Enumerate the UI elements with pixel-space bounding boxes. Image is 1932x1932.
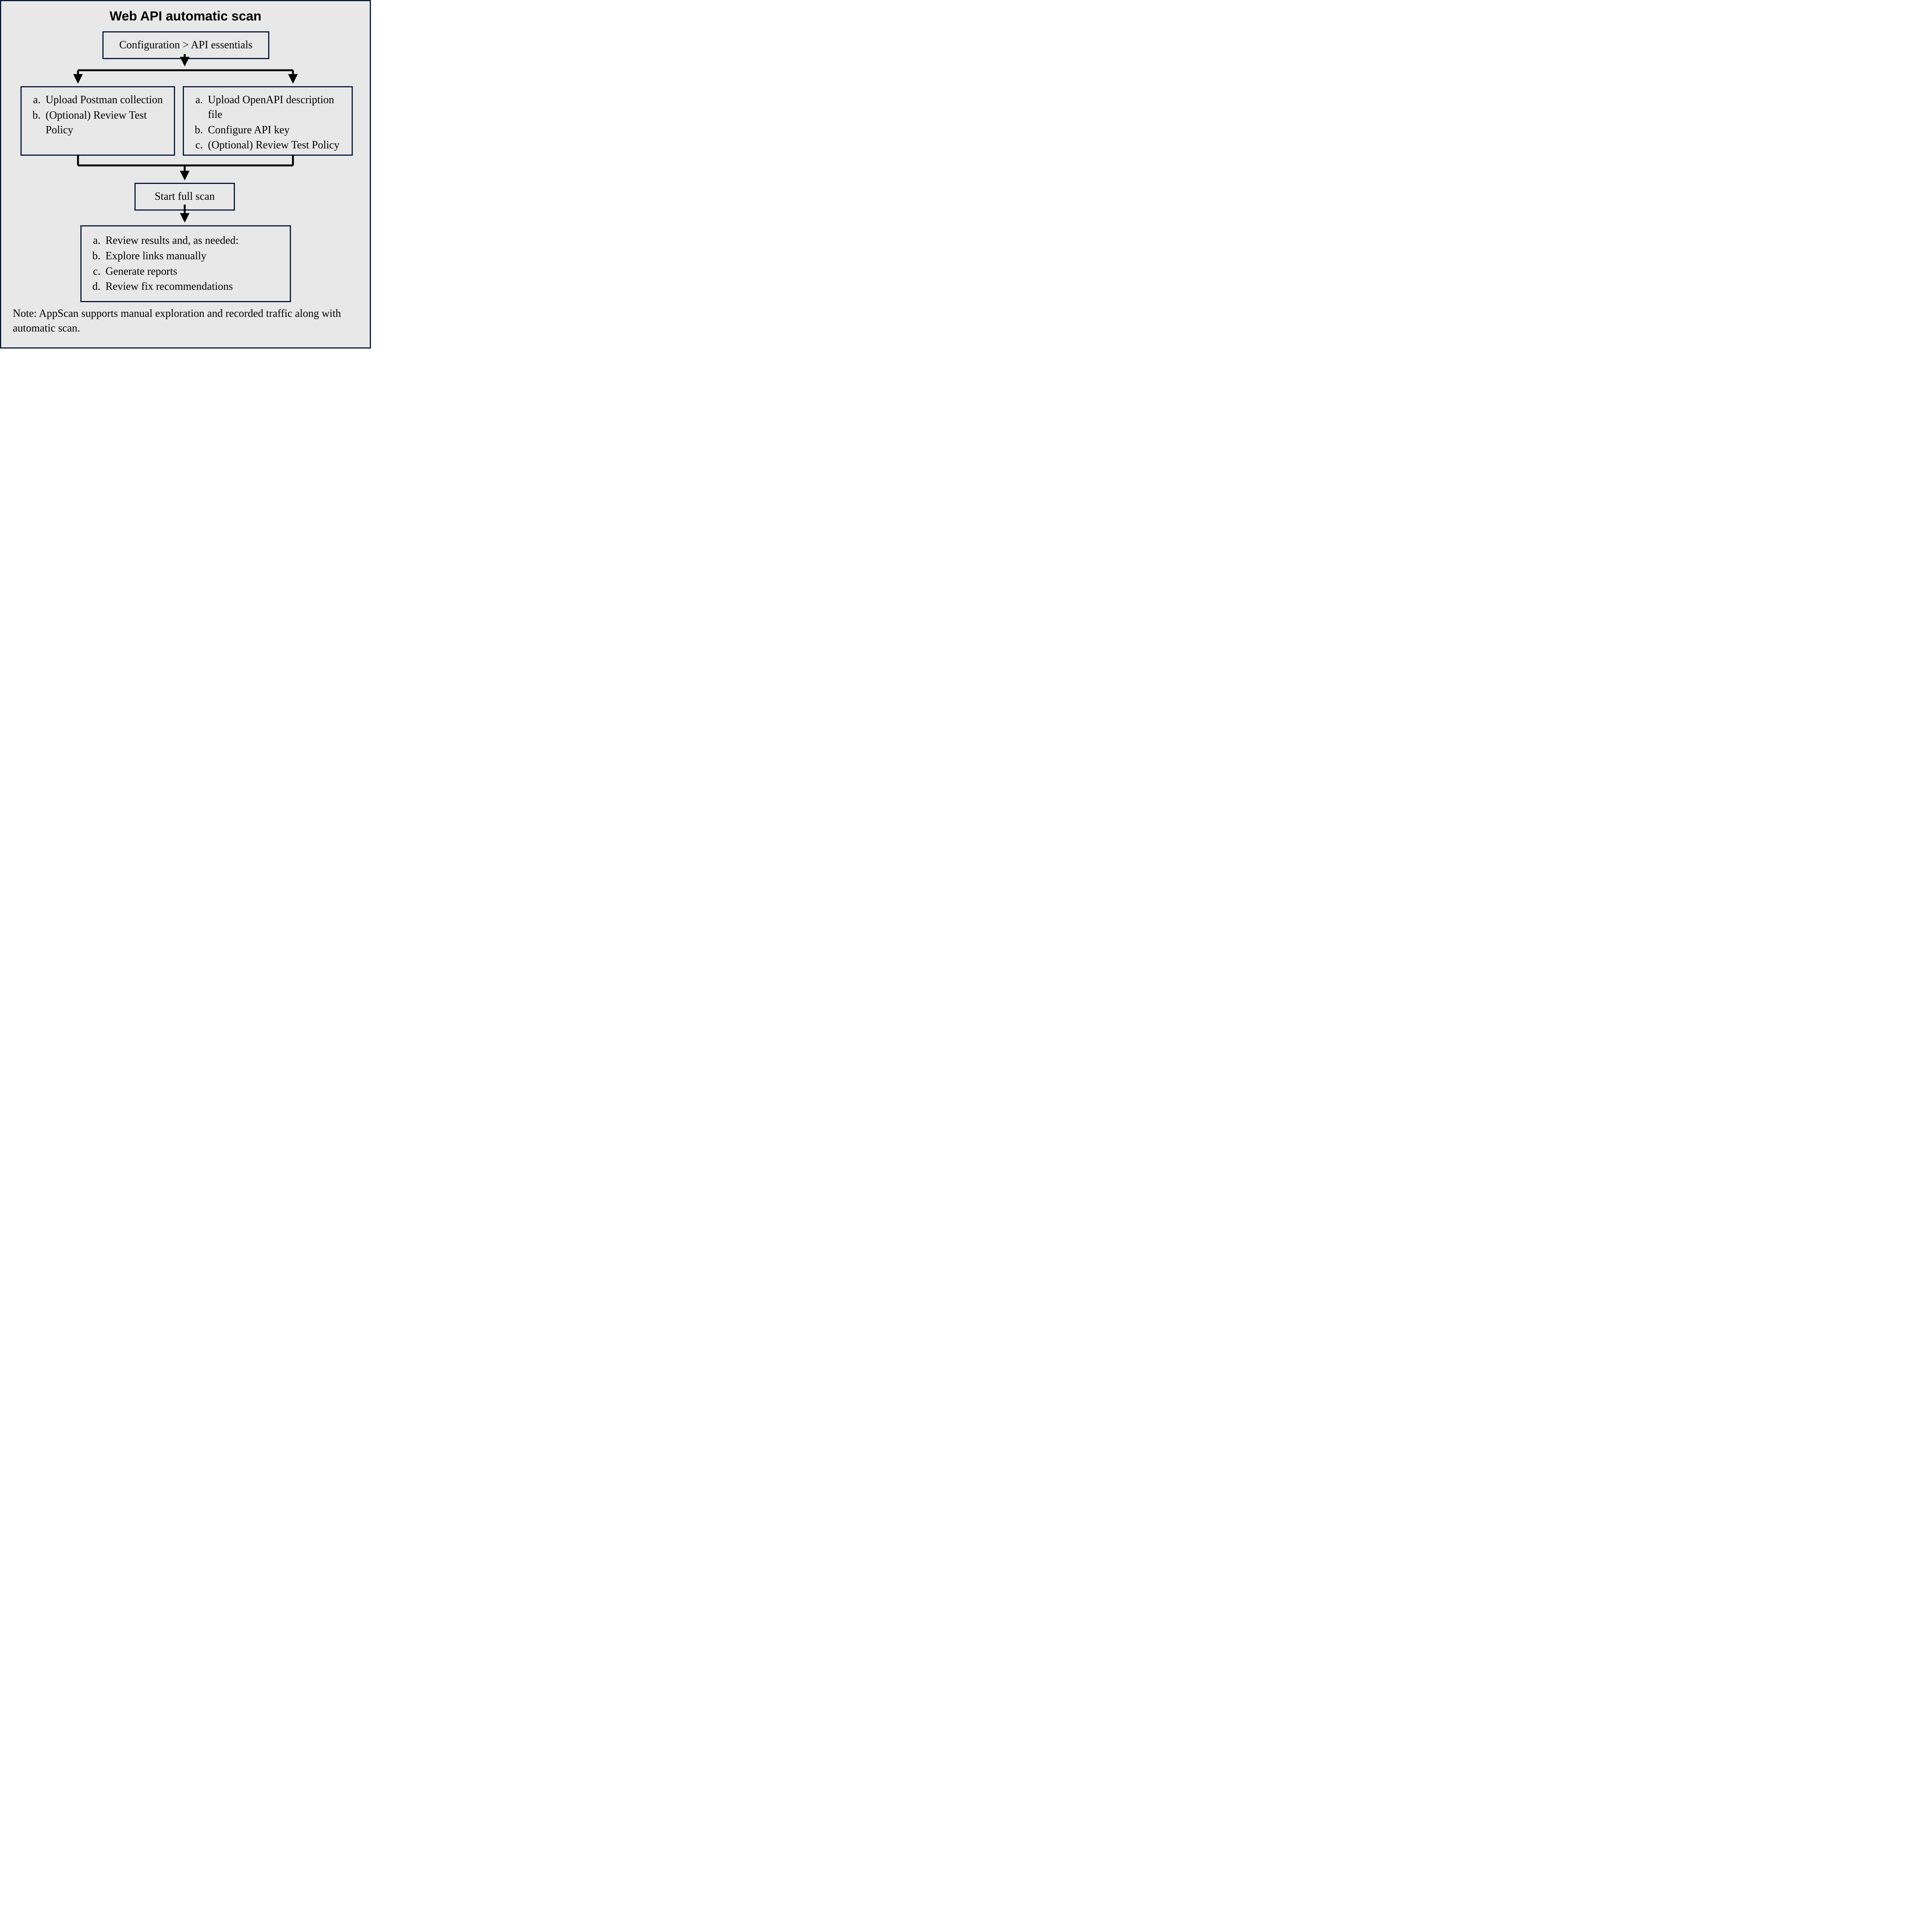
results-item-d: Review fix recommendations	[103, 279, 281, 294]
box-openapi-branch: Upload OpenAPI description file Configur…	[183, 86, 353, 156]
openapi-item-a: Upload OpenAPI description file	[206, 93, 343, 122]
box-start-scan: Start full scan	[134, 183, 235, 211]
openapi-item-c: (Optional) Review Test Policy	[206, 138, 343, 153]
diagram-title: Web API automatic scan	[1, 9, 370, 24]
results-item-a: Review results and, as needed:	[103, 233, 281, 248]
diagram-canvas: Web API automatic scan Configuration > A…	[0, 0, 371, 349]
postman-list: Upload Postman collection (Optional) Rev…	[30, 93, 165, 137]
results-list: Review results and, as needed: Explore l…	[90, 233, 281, 294]
results-item-c: Generate reports	[103, 264, 281, 279]
openapi-list: Upload OpenAPI description file Configur…	[192, 93, 343, 153]
results-item-b: Explore links manually	[103, 249, 281, 264]
postman-item-a: Upload Postman collection	[43, 93, 165, 107]
box-configuration: Configuration > API essentials	[102, 31, 269, 59]
diagram-note: Note: AppScan supports manual exploratio…	[13, 306, 358, 336]
box-configuration-text: Configuration > API essentials	[119, 39, 253, 51]
box-postman-branch: Upload Postman collection (Optional) Rev…	[20, 86, 175, 156]
postman-item-b: (Optional) Review Test Policy	[43, 108, 165, 138]
openapi-item-b: Configure API key	[206, 123, 343, 138]
box-results: Review results and, as needed: Explore l…	[80, 225, 291, 302]
box-start-scan-text: Start full scan	[155, 190, 215, 202]
